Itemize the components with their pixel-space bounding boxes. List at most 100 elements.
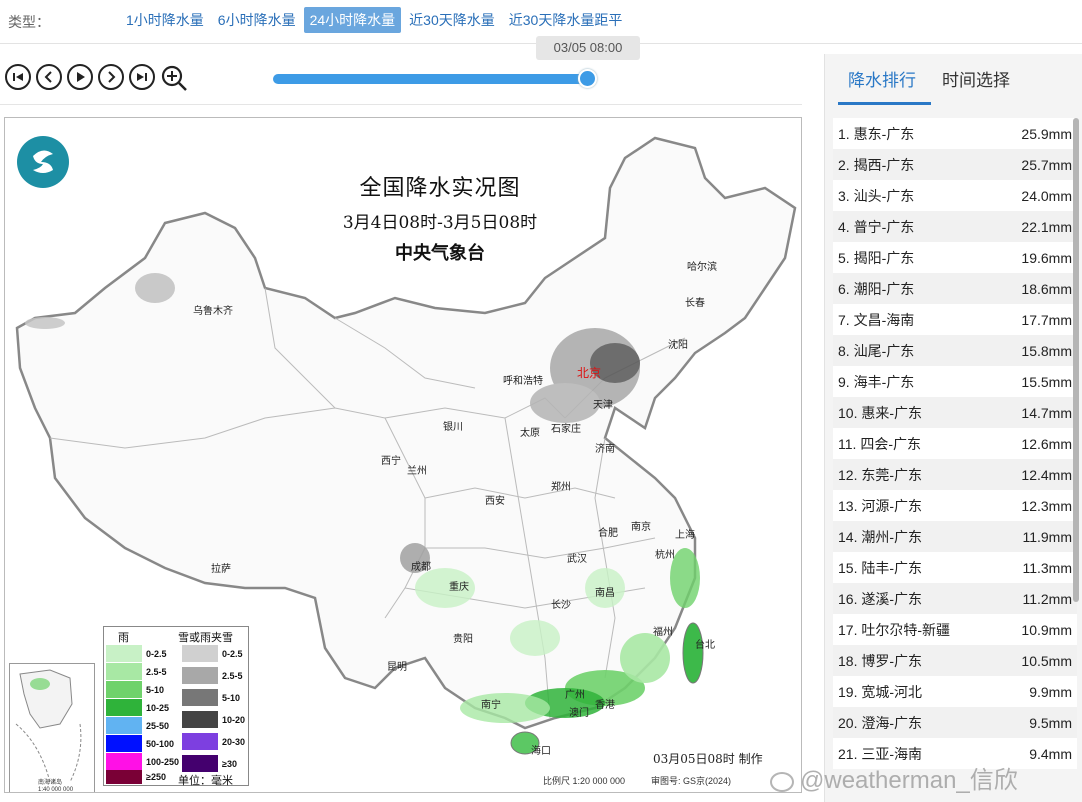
ranking-value: 19.6mm xyxy=(1021,249,1072,266)
watermark-text: @weatherman_信欣 xyxy=(800,767,1018,794)
ranking-row[interactable]: 20. 澄海-广东 9.5mm xyxy=(833,707,1077,738)
timeline-slider[interactable] xyxy=(273,74,589,84)
ranking-station: 海丰-广东 xyxy=(853,373,915,390)
ranking-number: 10. xyxy=(838,404,858,421)
ranking-station: 四会-广东 xyxy=(860,435,921,452)
ranking-scrollbar[interactable] xyxy=(1073,118,1079,602)
ranking-row[interactable]: 17. 吐尔尕特-新疆 10.9mm xyxy=(833,614,1077,645)
ranking-station: 东莞-广东 xyxy=(861,466,923,483)
city-label: 成都 xyxy=(411,562,431,573)
weibo-icon xyxy=(770,771,794,792)
legend-rain-item: 10-25 xyxy=(106,699,169,716)
legend-label: 100-250 xyxy=(146,756,180,767)
inset-label: 南海诸岛 1:40 000 000 xyxy=(38,780,74,793)
city-label: 西宁 xyxy=(381,456,401,467)
city-label: 银川 xyxy=(443,422,463,433)
ranking-station: 陆丰-广东 xyxy=(861,559,923,576)
prev-frame-button[interactable] xyxy=(36,64,62,90)
ranking-station: 潮阳-广东 xyxy=(853,280,915,297)
city-label: 沈阳 xyxy=(668,340,688,351)
legend-label: ≥250 xyxy=(146,772,166,782)
city-label: 长春 xyxy=(685,298,705,309)
city-label: 太原 xyxy=(520,428,540,439)
ranking-value: 15.8mm xyxy=(1021,342,1072,359)
next-frame-button[interactable] xyxy=(98,64,124,90)
ranking-row[interactable]: 16. 遂溪-广东 11.2mm xyxy=(833,583,1077,614)
type-tab-1h[interactable]: 1小时降水量 xyxy=(120,7,210,33)
ranking-row[interactable]: 13. 河源-广东 12.3mm xyxy=(833,490,1077,521)
ranking-station: 吐尔尕特-新疆 xyxy=(861,621,951,638)
ranking-row[interactable]: 2. 揭西-广东 25.7mm xyxy=(833,149,1077,180)
precipitation-map: 全国降水实况图 3月4日08时-3月5日08时 中央气象台 乌鲁木齐 哈尔滨 长… xyxy=(4,117,802,793)
type-tab-30d[interactable]: 近30天降水量 xyxy=(403,7,501,33)
panel-tabs: 降水排行 时间选择 xyxy=(825,54,1082,106)
ranking-row[interactable]: 19. 宽城-河北 9.9mm xyxy=(833,676,1077,707)
ranking-label: 12. 东莞-广东 xyxy=(838,465,922,485)
legend-label: 20-30 xyxy=(222,736,246,747)
ranking-value: 18.6mm xyxy=(1021,280,1072,297)
type-tab-30d-anomaly[interactable]: 近30天降水量距平 xyxy=(503,7,629,33)
legend-swatch xyxy=(182,711,218,728)
ranking-station: 潮州-广东 xyxy=(861,528,923,545)
ranking-value: 22.1mm xyxy=(1021,218,1072,235)
tab-precip-ranking[interactable]: 降水排行 xyxy=(848,66,916,91)
legend-swatch xyxy=(182,667,218,684)
ranking-value: 9.4mm xyxy=(1029,745,1072,762)
city-label: 哈尔滨 xyxy=(687,262,717,273)
ranking-row[interactable]: 1. 惠东-广东 25.9mm xyxy=(833,118,1077,149)
ranking-label: 13. 河源-广东 xyxy=(838,496,922,516)
ranking-value: 12.6mm xyxy=(1021,435,1072,452)
ranking-row[interactable]: 9. 海丰-广东 15.5mm xyxy=(833,366,1077,397)
type-tab-6h[interactable]: 6小时降水量 xyxy=(212,7,302,33)
ranking-number: 14. xyxy=(838,528,858,545)
city-label: 乌鲁木齐 xyxy=(193,306,233,317)
first-frame-button[interactable] xyxy=(5,64,31,90)
ranking-row[interactable]: 12. 东莞-广东 12.4mm xyxy=(833,459,1077,490)
zoom-in-icon xyxy=(161,65,187,91)
ranking-station: 揭阳-广东 xyxy=(853,249,915,266)
legend-snow-item: 20-30 xyxy=(182,733,245,750)
ranking-number: 19. xyxy=(838,683,858,700)
ranking-label: 2. 揭西-广东 xyxy=(838,155,914,175)
ranking-station: 惠来-广东 xyxy=(861,404,923,421)
ranking-row[interactable]: 4. 普宁-广东 22.1mm xyxy=(833,211,1077,242)
city-label: 石家庄 xyxy=(551,424,581,435)
city-label: 杭州 xyxy=(655,550,675,561)
ranking-number: 11. xyxy=(838,435,857,452)
ranking-row[interactable]: 3. 汕头-广东 24.0mm xyxy=(833,180,1077,211)
zoom-button[interactable] xyxy=(160,64,188,92)
ranking-label: 19. 宽城-河北 xyxy=(838,682,922,702)
type-tab-24h[interactable]: 24小时降水量 xyxy=(303,7,402,33)
play-button[interactable] xyxy=(67,64,93,90)
playback-controls xyxy=(5,64,188,92)
legend-swatch xyxy=(106,663,142,680)
legend-swatch xyxy=(106,770,142,784)
ranking-label: 16. 遂溪-广东 xyxy=(838,589,922,609)
map-made-time: 03月05日08时 制作 xyxy=(653,752,763,766)
ranking-label: 5. 揭阳-广东 xyxy=(838,248,914,268)
ranking-number: 3. xyxy=(838,187,850,204)
legend-label: 50-100 xyxy=(146,738,175,749)
ranking-row[interactable]: 8. 汕尾-广东 15.8mm xyxy=(833,335,1077,366)
city-label: 拉萨 xyxy=(211,564,231,575)
ranking-row[interactable]: 14. 潮州-广东 11.9mm xyxy=(833,521,1077,552)
last-frame-button[interactable] xyxy=(129,64,155,90)
tab-time-select[interactable]: 时间选择 xyxy=(942,66,1010,91)
ranking-label: 1. 惠东-广东 xyxy=(838,124,914,144)
ranking-row[interactable]: 11. 四会-广东 12.6mm xyxy=(833,428,1077,459)
ranking-row[interactable]: 6. 潮阳-广东 18.6mm xyxy=(833,273,1077,304)
map-title: 全国降水实况图 3月4日08时-3月5日08时 中央气象台 xyxy=(305,170,575,265)
ranking-row[interactable]: 15. 陆丰-广东 11.3mm xyxy=(833,552,1077,583)
ranking-row[interactable]: 18. 博罗-广东 10.5mm xyxy=(833,645,1077,676)
legend-rain-item: 25-50 xyxy=(106,717,169,734)
ranking-row[interactable]: 7. 文昌-海南 17.7mm xyxy=(833,304,1077,335)
timeline-slider-handle[interactable] xyxy=(578,69,597,88)
cma-logo xyxy=(17,136,69,188)
play-icon xyxy=(77,72,85,82)
ranking-row[interactable]: 5. 揭阳-广东 19.6mm xyxy=(833,242,1077,273)
legend-rain-item: ≥250 xyxy=(106,770,166,784)
ranking-number: 1. xyxy=(838,125,850,142)
ranking-row[interactable]: 10. 惠来-广东 14.7mm xyxy=(833,397,1077,428)
type-label: 类型： xyxy=(8,14,50,30)
city-label: 武汉 xyxy=(567,554,587,565)
